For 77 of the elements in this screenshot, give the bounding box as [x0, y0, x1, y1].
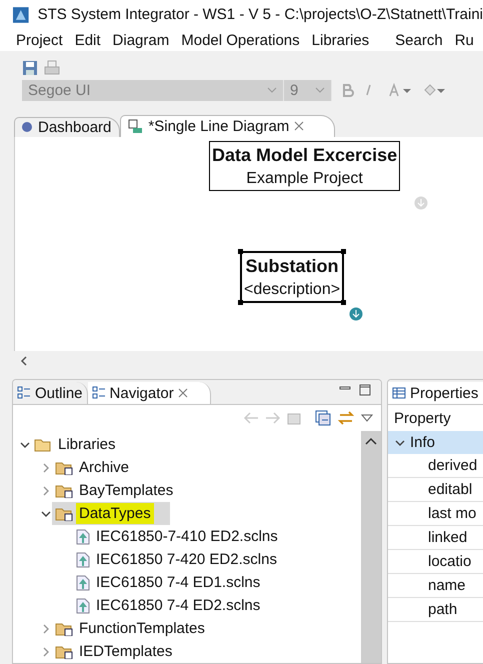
file-icon	[76, 528, 90, 545]
connector-handle-icon[interactable]	[414, 196, 428, 210]
folder-icon	[55, 621, 73, 636]
back-icon[interactable]	[243, 412, 259, 424]
tree-item[interactable]: IEDTemplates	[52, 640, 192, 664]
menu-item[interactable]: Libraries	[312, 32, 370, 49]
tree-item-label: DataTypes	[76, 503, 154, 524]
diagram-icon	[127, 118, 144, 134]
property-name: path	[388, 598, 483, 622]
forward-icon[interactable]	[265, 412, 281, 424]
folder-icon	[55, 483, 73, 498]
menu-item[interactable]: Model Operations	[181, 32, 300, 49]
editor-tab[interactable]: Dashboard	[14, 116, 120, 137]
tree-item[interactable]: IEC61850 7-4 ED2.sclns	[73, 594, 280, 618]
globe-icon	[21, 121, 33, 134]
menu-item[interactable]: Edit	[74, 32, 101, 49]
file-icon	[76, 598, 90, 614]
tree-item-label: IEC61850 7-4 ED2.sclns	[95, 596, 262, 616]
tree-item-label: IEC61850 7-4 ED1.sclns	[95, 573, 262, 594]
scroll-left-icon[interactable]	[20, 356, 28, 366]
close-icon[interactable]	[178, 388, 188, 398]
close-icon[interactable]	[294, 121, 304, 132]
property-group[interactable]: Info	[388, 431, 483, 454]
column-header: Property	[393, 408, 452, 429]
tree-item-label: IEC61850 7-420 ED2.sclns	[95, 550, 278, 570]
tree-item[interactable]: FunctionTemplates	[52, 617, 224, 640]
menu-item[interactable]: Project	[16, 32, 63, 49]
bold-icon[interactable]	[342, 83, 354, 98]
tree-item[interactable]: Libraries	[31, 433, 135, 456]
property-name: last mo	[388, 502, 483, 526]
connector-handle-icon[interactable]	[349, 306, 363, 321]
property-name: editabl	[388, 478, 483, 502]
vertical-scrollbar[interactable]	[361, 431, 381, 664]
diagram-node[interactable]: Substation <description>	[240, 250, 344, 303]
file-icon	[76, 552, 90, 568]
folder-icon	[55, 506, 73, 522]
window-title: STS System Integrator - WS1 - V 5 - C:\projects\O-Z\Statnett\Traini	[38, 6, 483, 24]
table-icon	[392, 387, 406, 400]
menu-item[interactable]: Diagram	[112, 32, 170, 49]
panel-tab[interactable]: Navigator	[88, 382, 211, 404]
tree-item-label: BayTemplates	[78, 481, 174, 502]
outline-icon	[17, 386, 31, 400]
property-name: derived	[388, 454, 483, 478]
property-name: linked	[388, 526, 483, 550]
tree-item[interactable]: DataTypes	[52, 502, 170, 526]
text-color-icon[interactable]	[388, 83, 414, 98]
save-icon[interactable]	[22, 60, 38, 76]
editor-tab[interactable]: *Single Line Diagram	[120, 114, 336, 137]
tree-item-label: FunctionTemplates	[78, 619, 206, 640]
tree-item[interactable]: IEC61850 7-4 ED1.sclns	[73, 571, 280, 594]
tree-item[interactable]: Archive	[52, 456, 148, 480]
property-name: name	[388, 574, 483, 598]
fill-color-icon[interactable]	[422, 83, 448, 98]
tree-item-label: Archive	[78, 458, 130, 478]
app-icon	[12, 6, 30, 24]
tree-item-label: Libraries	[57, 435, 117, 456]
folder-icon	[55, 460, 73, 476]
folder-icon	[34, 437, 52, 452]
link-editor-icon[interactable]	[337, 410, 355, 426]
property-name: locatio	[388, 550, 483, 574]
folder-icon	[55, 644, 73, 660]
panel-tab[interactable]: Properties	[388, 382, 483, 404]
menu-item[interactable]: Ru	[454, 32, 474, 49]
print-icon[interactable]	[44, 60, 60, 76]
tree-item-label: IEC61850-7-410 ED2.sclns	[95, 527, 279, 548]
menu-item[interactable]: Search	[395, 32, 443, 49]
scroll-up-icon[interactable]	[365, 437, 377, 446]
navigator-icon	[92, 386, 106, 400]
diagram-node[interactable]: Data Model Excercise Example Project	[209, 140, 400, 191]
maximize-icon[interactable]	[359, 384, 371, 396]
tree-item[interactable]: BayTemplates	[52, 479, 192, 502]
tree-item[interactable]: IEC61850-7-410 ED2.sclns	[73, 525, 297, 548]
collapse-all-icon[interactable]	[315, 410, 331, 426]
tree-item-label: IEDTemplates	[78, 642, 174, 662]
tree-item[interactable]: IEC61850 7-420 ED2.sclns	[73, 548, 296, 572]
file-icon	[76, 574, 90, 591]
view-menu-icon[interactable]	[361, 414, 373, 422]
